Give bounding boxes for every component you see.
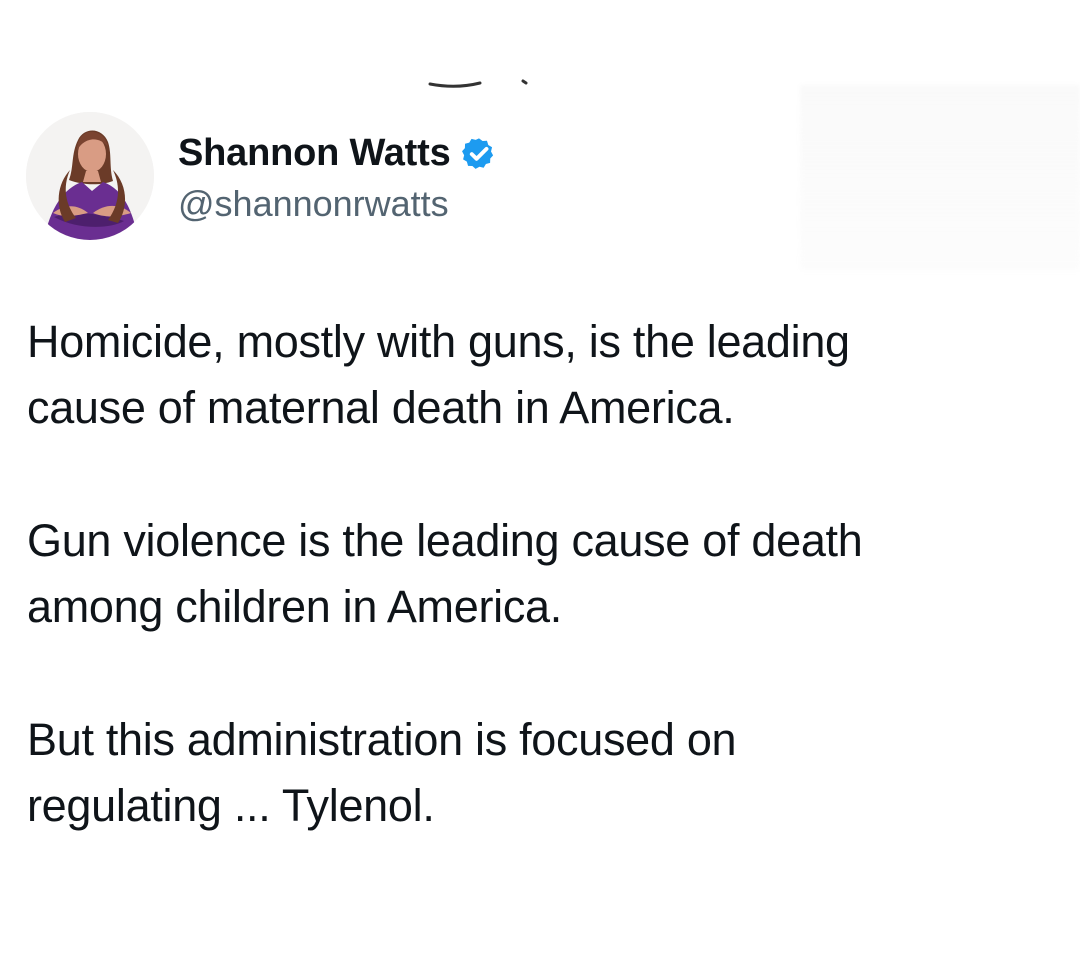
- tweet-card: Shannon Watts @shannonrwatts Homicide, m…: [0, 0, 1080, 963]
- tweet-paragraph-1: Homicide, mostly with guns, is the leadi…: [27, 309, 1027, 441]
- tweet-paragraph-3: But this administration is focused on re…: [27, 707, 1027, 839]
- avatar[interactable]: [26, 112, 154, 240]
- verified-check-icon: [461, 138, 493, 169]
- profile-photo-icon: [26, 112, 154, 240]
- tweet-paragraph-1-line-1: Homicide, mostly with guns, is the leadi…: [27, 316, 850, 367]
- tweet-paragraph-3-line-1: But this administration is focused on: [27, 714, 737, 765]
- tweet-header: Shannon Watts @shannonrwatts: [26, 112, 497, 240]
- user-handle[interactable]: @shannonrwatts: [178, 183, 497, 225]
- tweet-paragraph-1-line-2: cause of maternal death in America.: [27, 382, 735, 433]
- display-name-row: Shannon Watts: [178, 127, 497, 179]
- display-name[interactable]: Shannon Watts: [178, 132, 451, 175]
- tweet-paragraph-2-line-1: Gun violence is the leading cause of dea…: [27, 515, 863, 566]
- tweet-paragraph-3-line-2: regulating ... Tylenol.: [27, 780, 435, 831]
- tweet-paragraph-2: Gun violence is the leading cause of dea…: [27, 508, 1027, 640]
- tweet-text: Homicide, mostly with guns, is the leadi…: [27, 309, 1027, 906]
- tweet-paragraph-2-line-2: among children in America.: [27, 581, 562, 632]
- author-identity: Shannon Watts @shannonrwatts: [178, 112, 497, 240]
- verified-badge-icon: [461, 136, 497, 172]
